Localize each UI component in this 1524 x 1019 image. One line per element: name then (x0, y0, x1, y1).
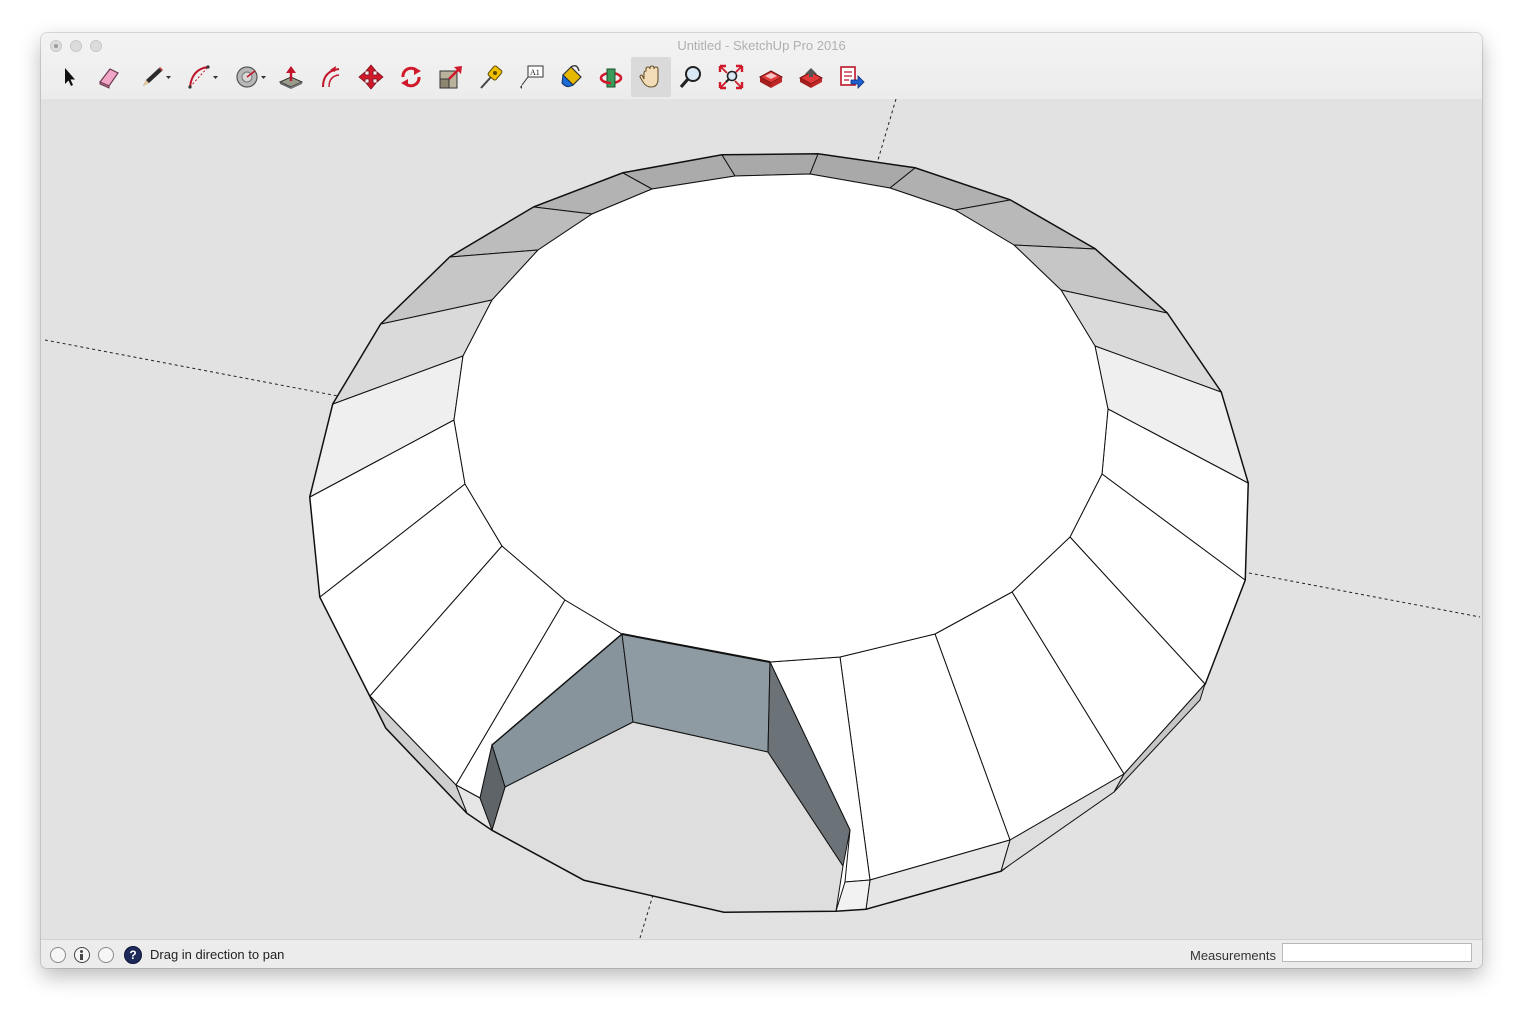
send-to-layout-icon (840, 66, 865, 89)
credits-info-icon[interactable] (74, 947, 90, 963)
arrow-cursor-icon (65, 68, 75, 86)
red-axis-line (1248, 572, 1481, 618)
title-bar: Untitled - SketchUp Pro 2016 A1 (41, 33, 1482, 100)
zoom-extents-icon (718, 64, 744, 90)
shapes-icon (236, 66, 266, 88)
rotate-icon (401, 66, 421, 88)
zoom-extents-tool-button[interactable] (711, 57, 751, 97)
select-tool-button[interactable] (49, 57, 89, 97)
top-surface (453, 173, 1109, 663)
status-bar: ? Drag in direction to pan Measurements (41, 939, 1482, 968)
svg-text:A1: A1 (530, 68, 540, 77)
paint-bucket-icon (561, 64, 582, 88)
extension-warehouse-tool-button[interactable] (791, 57, 831, 97)
text-tool-button[interactable]: A1 (511, 57, 551, 97)
measurements-label: Measurements (1190, 948, 1276, 963)
move-tool-button[interactable] (351, 57, 391, 97)
window-title: Untitled - SketchUp Pro 2016 (677, 38, 846, 53)
hand-pan-icon (639, 65, 659, 88)
scale-icon (439, 66, 462, 89)
zoom-tool-button[interactable] (671, 57, 711, 97)
blue-axis-line (877, 99, 897, 161)
push-pull-tool-button[interactable] (271, 57, 311, 97)
sketchup-window: Untitled - SketchUp Pro 2016 A1 ? Drag i… (41, 33, 1482, 968)
pan-tool-button[interactable] (631, 57, 671, 97)
offset-tool-button[interactable] (311, 57, 351, 97)
eraser-icon (99, 68, 119, 89)
warehouse-tool-button[interactable] (751, 57, 791, 97)
model-viewport[interactable] (41, 99, 1482, 939)
extension-warehouse-icon (798, 68, 824, 88)
arc-tool-button[interactable] (179, 57, 227, 97)
magnifier-icon (679, 66, 701, 89)
measurements-input[interactable] (1282, 943, 1472, 962)
eraser-tool-button[interactable] (89, 57, 129, 97)
scale-tool-button[interactable] (431, 57, 471, 97)
arc-icon (188, 65, 218, 89)
geo-location-icon[interactable] (50, 947, 66, 963)
pencil-icon (143, 67, 171, 86)
tape-measure-tool-button[interactable] (471, 57, 511, 97)
instructor-help-icon[interactable]: ? (124, 946, 142, 964)
orbit-icon (599, 68, 623, 88)
text-label-icon: A1 (520, 65, 544, 89)
offset-icon (322, 66, 340, 88)
green-axis-line (44, 339, 339, 397)
shapes-tool-button[interactable] (227, 57, 275, 97)
model-scene (44, 99, 1481, 939)
push-pull-icon (278, 66, 304, 89)
tape-measure-icon (480, 65, 503, 89)
rotate-tool-button[interactable] (391, 57, 431, 97)
line-tool-button[interactable] (131, 57, 179, 97)
user-account-icon[interactable] (98, 947, 114, 963)
3d-warehouse-icon (758, 70, 784, 88)
send-to-layout-tool-button[interactable] (831, 57, 871, 97)
move-arrows-icon (358, 64, 384, 90)
orbit-tool-button[interactable] (591, 57, 631, 97)
status-message: Drag in direction to pan (150, 947, 285, 962)
paint-bucket-tool-button[interactable] (551, 57, 591, 97)
